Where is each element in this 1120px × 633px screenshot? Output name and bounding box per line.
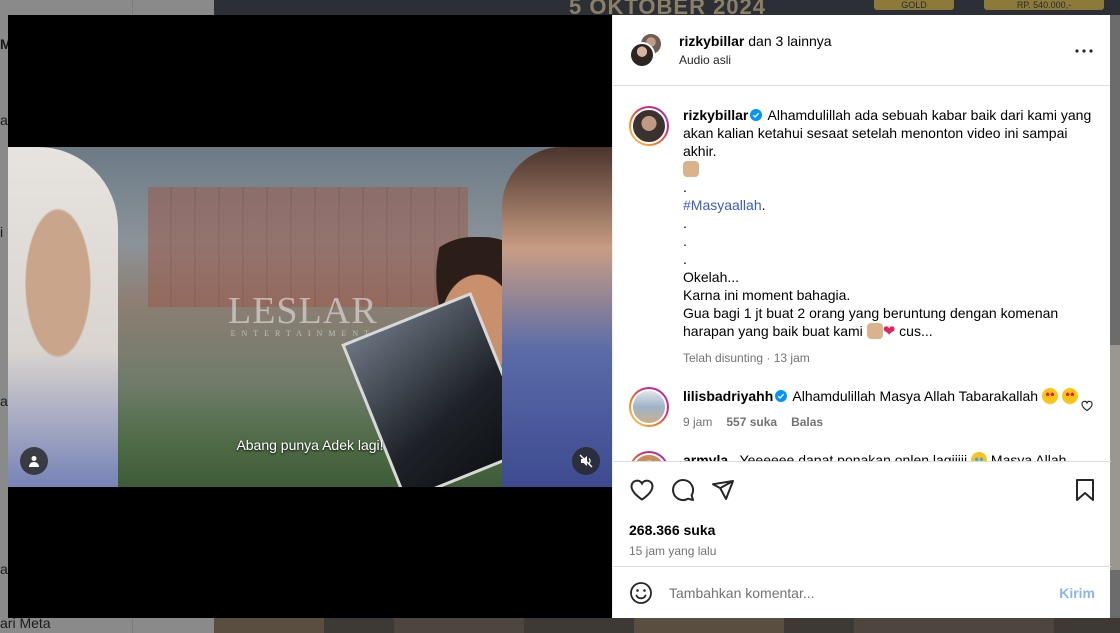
video-watermark: LESLAR ENTERTAINMENT <box>228 290 378 338</box>
mute-icon <box>579 454 593 468</box>
caption-username[interactable]: rizkybillar <box>683 107 748 123</box>
emoji-icon[interactable] <box>629 581 653 605</box>
share-icon[interactable] <box>711 478 735 502</box>
reply-button[interactable]: Balas <box>791 415 823 429</box>
send-button[interactable]: Kirim <box>1059 585 1095 601</box>
comment-input[interactable] <box>669 584 1060 601</box>
comment-composer: Kirim <box>613 566 1111 618</box>
star-struck-emoji-icon <box>1041 388 1058 404</box>
pray-emoji-icon <box>683 161 699 177</box>
mute-button[interactable] <box>572 447 600 475</box>
comment-body: Alhamdulillah Masya Allah Tabarakallah <box>789 388 1039 404</box>
collab-suffix[interactable]: dan 3 lainnya <box>744 33 831 49</box>
caption-line: Okelah... <box>683 269 740 285</box>
post-authors: rizkybillar dan 3 lainnya <box>679 33 832 49</box>
caption-text: rizkybillar Alhamdulillah ada sebuah kab… <box>683 106 1095 367</box>
avatar[interactable] <box>629 106 669 146</box>
avatar[interactable] <box>629 451 669 461</box>
comment-icon[interactable] <box>671 478 695 502</box>
comment-time: 9 jam <box>683 415 713 429</box>
tagged-users-button[interactable] <box>20 447 48 475</box>
comment-likes[interactable]: 557 suka <box>726 415 777 429</box>
caption-meta: Telah disunting · 13 jam <box>683 351 810 365</box>
comment-username[interactable]: lilisbadriyahh <box>683 388 773 404</box>
user-icon <box>29 456 39 467</box>
comment-body: Masya Allah <box>987 452 1067 461</box>
background-letter: a <box>0 112 8 128</box>
caption-line: cus... <box>895 323 933 339</box>
video-player[interactable]: LESLAR ENTERTAINMENT Abang punya Adek la… <box>8 15 612 618</box>
comment-text: armyla_ Yeeeeee dapat ponakan onlen lagi… <box>683 451 1095 461</box>
background-badge-price: RP. 540.000,- <box>984 0 1104 10</box>
background-letter: a <box>0 561 8 577</box>
pray-emoji-icon <box>866 323 883 339</box>
comment-row: armyla_ Yeeeeee dapat ponakan onlen lagi… <box>629 451 1095 461</box>
caption-dot: . <box>683 215 687 231</box>
collab-avatars[interactable] <box>629 32 665 68</box>
likes-count[interactable]: 268.366 suka <box>629 522 1095 538</box>
caption-dot: . <box>683 251 687 267</box>
verified-badge-icon <box>775 390 788 402</box>
comments-section[interactable]: rizkybillar Alhamdulillah ada sebuah kab… <box>613 86 1111 461</box>
comment-body: Yeeeeee dapat ponakan onlen lagiiiii <box>735 452 968 461</box>
star-struck-emoji-icon <box>1061 388 1078 404</box>
post-header: rizkybillar dan 3 lainnya Audio asli <box>613 15 1110 86</box>
background-letter: i <box>0 224 4 240</box>
heart-icon[interactable] <box>629 478 655 502</box>
video-frame[interactable]: LESLAR ENTERTAINMENT Abang punya Adek la… <box>8 147 612 487</box>
post-details-panel: rizkybillar dan 3 lainnya Audio asli riz… <box>612 15 1111 618</box>
comment-row: lilisbadriyahh Alhamdulillah Masya Allah… <box>629 387 1095 431</box>
comment-username[interactable]: armyla_ <box>683 452 736 461</box>
background-letter: a <box>0 393 8 409</box>
audio-link[interactable]: Audio asli <box>679 53 832 67</box>
comment-meta: 9 jam 557 suka Balas <box>683 413 1095 431</box>
avatar[interactable] <box>629 387 669 427</box>
caption-dot: . <box>683 179 687 195</box>
caption-row: rizkybillar Alhamdulillah ada sebuah kab… <box>629 106 1095 367</box>
verified-badge-icon <box>750 109 763 121</box>
avatar <box>629 42 655 68</box>
caption-dot: . <box>683 233 687 249</box>
action-icons <box>629 476 1095 504</box>
background-badge-gold: GOLD <box>874 0 954 10</box>
caption-line: Karna ini moment bahagia. <box>683 287 851 303</box>
caption-dot: . <box>761 197 766 213</box>
post-modal: LESLAR ENTERTAINMENT Abang punya Adek la… <box>8 15 1111 618</box>
video-subtitle: Abang punya Adek lagi! <box>236 437 384 453</box>
red-heart-emoji-icon: ❤ <box>882 323 896 340</box>
background-bottom-strip <box>214 618 1120 633</box>
owner-username[interactable]: rizkybillar <box>679 33 744 49</box>
post-time: 15 jam yang lalu <box>629 544 717 558</box>
hashtag-link[interactable]: #Masyaallah <box>683 197 762 213</box>
video-person-right <box>502 147 612 487</box>
bookmark-icon[interactable] <box>1075 478 1095 502</box>
video-person-left <box>8 147 118 487</box>
background-right-strip <box>1110 15 1120 633</box>
heart-icon[interactable] <box>1081 400 1093 412</box>
comment-text: lilisbadriyahh Alhamdulillah Masya Allah… <box>683 387 1095 431</box>
crying-emoji-icon <box>971 452 988 461</box>
more-icon[interactable] <box>1074 41 1094 61</box>
post-actions: 268.366 suka 15 jam yang lalu <box>613 461 1111 558</box>
background-top-strip: 5 OKTOBER 2024 GOLD RP. 540.000,- <box>214 0 1120 19</box>
